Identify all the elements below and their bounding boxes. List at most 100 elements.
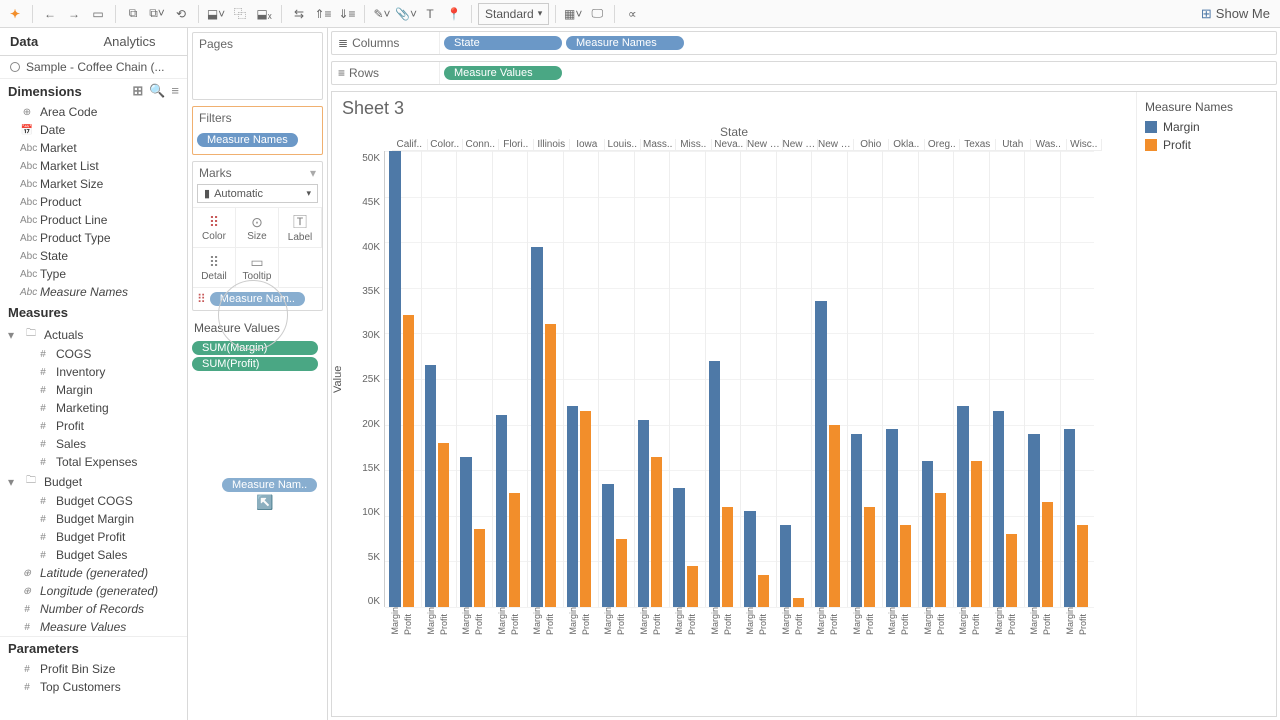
bar[interactable] — [509, 493, 520, 607]
back-icon[interactable]: ← — [39, 3, 61, 25]
forward-icon[interactable]: → — [63, 3, 85, 25]
bar[interactable] — [1006, 534, 1017, 607]
pause-data-icon[interactable]: ⧉˅ — [146, 3, 168, 25]
tab-data[interactable]: Data — [0, 28, 94, 55]
bar[interactable] — [687, 566, 698, 607]
dim-field[interactable]: AbcMarket List — [0, 157, 187, 175]
sheet-title[interactable]: Sheet 3 — [332, 92, 1136, 125]
pages-shelf[interactable]: Pages — [192, 32, 323, 100]
rows-shelf[interactable]: ≡Rows Measure Values — [331, 61, 1277, 85]
refresh-icon[interactable]: ⟲ — [170, 3, 192, 25]
generated-field[interactable]: ⊕Latitude (generated) — [0, 564, 187, 582]
columns-shelf[interactable]: ≣Columns State Measure Names — [331, 31, 1277, 55]
state-header-cell[interactable]: Okla.. — [889, 139, 925, 150]
sort-desc-icon[interactable]: ⇓≡ — [336, 3, 358, 25]
bar[interactable] — [886, 429, 897, 607]
bar[interactable] — [1064, 429, 1075, 607]
tab-analytics[interactable]: Analytics — [94, 28, 188, 55]
state-header-cell[interactable]: Neva.. — [712, 139, 748, 150]
new-data-icon[interactable]: ⧉ — [122, 3, 144, 25]
mv-pill-margin[interactable]: SUM(Margin) — [192, 341, 318, 355]
bar[interactable] — [709, 361, 720, 607]
bar[interactable] — [616, 539, 627, 607]
highlight-icon[interactable]: ✎˅ — [371, 3, 393, 25]
bar[interactable] — [567, 406, 578, 607]
duplicate-icon[interactable]: ⿻ — [229, 3, 251, 25]
present-icon[interactable]: 🖵 — [586, 3, 608, 25]
bar[interactable] — [580, 411, 591, 607]
columns-pill-state[interactable]: State — [444, 36, 562, 50]
bar[interactable] — [1028, 434, 1039, 607]
bar[interactable] — [673, 488, 684, 607]
rows-pill-measure-values[interactable]: Measure Values — [444, 66, 562, 80]
measure-field[interactable]: #Profit — [0, 417, 187, 435]
state-header-cell[interactable]: Iowa — [570, 139, 606, 150]
legend-item-profit[interactable]: Profit — [1145, 138, 1268, 152]
measure-field[interactable]: #Total Expenses — [0, 453, 187, 471]
search-icon[interactable]: 🔍 — [149, 83, 165, 99]
bar[interactable] — [403, 315, 414, 607]
filters-shelf[interactable]: Filters Measure Names — [192, 106, 323, 155]
marks-label[interactable]: 🅃Label — [279, 208, 322, 248]
columns-pill-measure-names[interactable]: Measure Names — [566, 36, 684, 50]
group-icon[interactable]: 📎˅ — [395, 3, 417, 25]
bar[interactable] — [971, 461, 982, 607]
mv-pill-profit[interactable]: SUM(Profit) — [192, 357, 318, 371]
dim-field[interactable]: AbcProduct Line — [0, 211, 187, 229]
state-header-cell[interactable]: Oreg.. — [925, 139, 961, 150]
measure-field[interactable]: #Inventory — [0, 363, 187, 381]
measure-field[interactable]: #Budget COGS — [0, 492, 187, 510]
dim-field[interactable]: AbcMeasure Names — [0, 283, 187, 301]
clear-icon[interactable]: ⬓ₓ — [253, 3, 275, 25]
color-legend[interactable]: Measure Names Margin Profit — [1136, 92, 1276, 716]
bar[interactable] — [425, 365, 436, 607]
bar[interactable] — [638, 420, 649, 607]
state-header-cell[interactable]: Calif.. — [392, 139, 428, 150]
bar[interactable] — [438, 443, 449, 607]
bar[interactable] — [922, 461, 933, 607]
marks-size[interactable]: ⊙Size — [236, 208, 279, 248]
dim-field[interactable]: AbcMarket — [0, 139, 187, 157]
pin-icon[interactable]: 📍 — [443, 3, 465, 25]
bar[interactable] — [993, 411, 1004, 607]
bar[interactable] — [864, 507, 875, 607]
bar[interactable] — [829, 425, 840, 607]
marks-type-select[interactable]: ▮Automatic▾ — [197, 184, 318, 203]
measure-field[interactable]: #Budget Margin — [0, 510, 187, 528]
bar[interactable] — [602, 484, 613, 607]
cards-icon[interactable]: ▦˅ — [562, 3, 584, 25]
measure-field[interactable]: #Sales — [0, 435, 187, 453]
group-actuals[interactable]: ▾🗀Actuals — [0, 324, 187, 345]
parameter-field[interactable]: #Profit Bin Size — [0, 660, 187, 678]
generated-field[interactable]: ⊕Longitude (generated) — [0, 582, 187, 600]
state-header-cell[interactable]: New Ham.. — [747, 139, 783, 150]
bar[interactable] — [900, 525, 911, 607]
drag-pill-ghost[interactable]: Measure Nam.. — [222, 478, 317, 492]
bar[interactable] — [957, 406, 968, 607]
bar[interactable] — [815, 301, 826, 607]
menu-icon[interactable]: ≡ — [171, 83, 179, 99]
tableau-logo-icon[interactable]: ✦ — [4, 3, 26, 25]
dim-field[interactable]: ⊕Area Code — [0, 103, 187, 121]
view-as-icon[interactable]: ⊞ — [132, 83, 143, 99]
text-icon[interactable]: T — [419, 3, 441, 25]
state-header-cell[interactable]: New York — [818, 139, 854, 150]
chart-plot[interactable] — [384, 151, 1094, 607]
bar[interactable] — [1042, 502, 1053, 607]
share-icon[interactable]: ∝ — [621, 3, 643, 25]
measure-field[interactable]: #Margin — [0, 381, 187, 399]
show-me-button[interactable]: ⊞Show Me — [1195, 6, 1276, 22]
state-header-cell[interactable]: Illinois — [534, 139, 570, 150]
bar[interactable] — [531, 247, 542, 607]
measure-field[interactable]: #Budget Profit — [0, 528, 187, 546]
state-header-cell[interactable]: Color.. — [428, 139, 464, 150]
dim-field[interactable]: AbcType — [0, 265, 187, 283]
state-header-cell[interactable]: Conn.. — [463, 139, 499, 150]
bar[interactable] — [780, 525, 791, 607]
bar[interactable] — [651, 457, 662, 607]
state-header-cell[interactable]: Was.. — [1031, 139, 1067, 150]
marks-measure-names-pill[interactable]: Measure Nam.. — [210, 292, 305, 306]
bar[interactable] — [545, 324, 556, 607]
state-header-cell[interactable]: Miss.. — [676, 139, 712, 150]
dim-field[interactable]: AbcMarket Size — [0, 175, 187, 193]
